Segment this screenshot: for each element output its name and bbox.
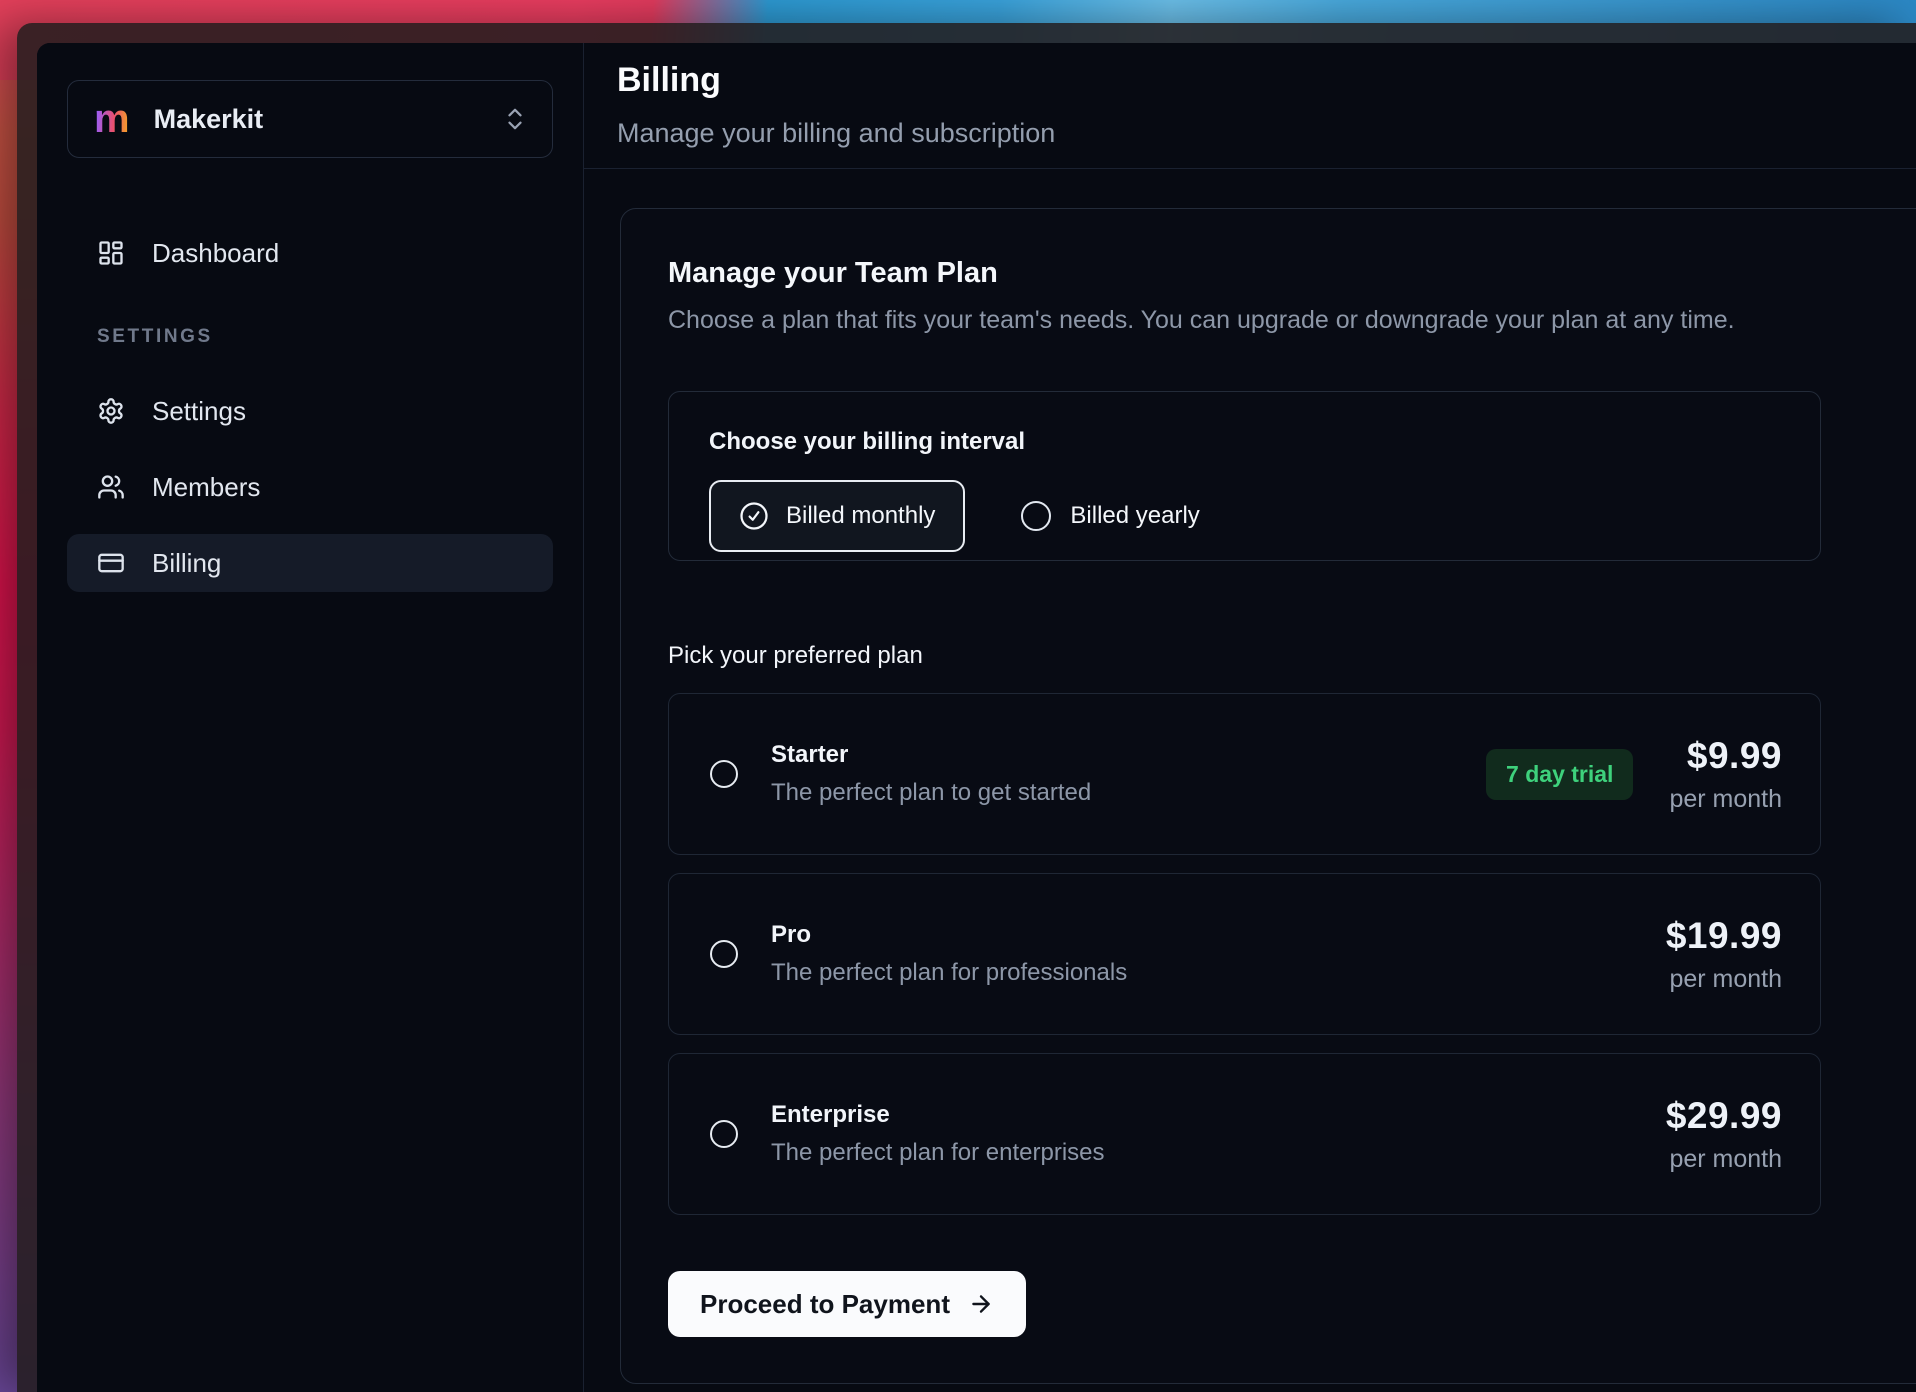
proceed-button-label: Proceed to Payment [700,1289,950,1320]
page-subtitle: Manage your billing and subscription [617,117,1916,149]
plan-row-pro[interactable]: Pro The perfect plan for professionals $… [668,873,1821,1035]
arrow-right-icon [968,1291,994,1317]
sidebar-item-dashboard[interactable]: Dashboard [67,224,553,282]
app-window-frame: m Makerkit Dashboard [17,23,1916,1392]
plan-description: The perfect plan for professionals [771,959,1666,987]
card-title: Manage your Team Plan [668,255,1916,291]
proceed-to-payment-button[interactable]: Proceed to Payment [668,1271,1026,1337]
plan-description: The perfect plan for enterprises [771,1139,1666,1167]
sidebar-item-label: Settings [152,396,246,427]
trial-badge: 7 day trial [1486,749,1633,800]
plan-period: per month [1666,1145,1782,1174]
billed-monthly-option[interactable]: Billed monthly [709,480,965,552]
plan-period: per month [1666,965,1782,994]
radio-icon[interactable] [710,940,738,968]
billed-yearly-label: Billed yearly [1070,502,1199,530]
sidebar-item-settings[interactable]: Settings [67,382,553,440]
sidebar-nav: Dashboard SETTINGS Settings [67,224,553,592]
team-selector[interactable]: m Makerkit [67,80,553,158]
plan-row-starter[interactable]: Starter The perfect plan to get started … [668,693,1821,855]
makerkit-logo-icon: m [94,99,130,139]
plan-name: Pro [771,921,1666,949]
sidebar-section-settings: SETTINGS [97,326,553,348]
main-content: Billing Manage your billing and subscrip… [584,43,1916,1392]
dashboard-icon [97,239,125,267]
credit-card-icon [97,549,125,577]
chevrons-up-down-icon [504,105,526,133]
billing-interval-label: Choose your billing interval [709,428,1780,456]
sidebar-item-label: Dashboard [152,238,279,269]
plan-name: Starter [771,741,1486,769]
sidebar-item-billing[interactable]: Billing [67,534,553,592]
plan-row-enterprise[interactable]: Enterprise The perfect plan for enterpri… [668,1053,1821,1215]
team-plan-card: Manage your Team Plan Choose a plan that… [620,208,1916,1384]
radio-icon [1021,501,1051,531]
plan-period: per month [1669,785,1782,814]
radio-icon[interactable] [710,1120,738,1148]
page-title: Billing [617,58,1916,102]
radio-icon[interactable] [710,760,738,788]
app-window: m Makerkit Dashboard [37,43,1916,1392]
billed-monthly-label: Billed monthly [786,502,935,530]
check-circle-icon [739,501,769,531]
card-description: Choose a plan that fits your team's need… [668,305,1916,335]
plan-description: The perfect plan to get started [771,779,1486,807]
plan-price: $9.99 [1669,735,1782,777]
plan-price: $29.99 [1666,1095,1782,1137]
sidebar: m Makerkit Dashboard [37,43,584,1392]
page-header: Billing Manage your billing and subscrip… [584,43,1916,169]
plan-price: $19.99 [1666,915,1782,957]
gear-icon [97,397,125,425]
plan-name: Enterprise [771,1101,1666,1129]
sidebar-item-label: Members [152,472,260,503]
plans-label: Pick your preferred plan [668,641,1916,671]
sidebar-item-members[interactable]: Members [67,458,553,516]
team-name: Makerkit [154,104,504,135]
billing-interval-group: Choose your billing interval Billed mont… [668,391,1821,561]
users-icon [97,473,125,501]
plan-list: Starter The perfect plan to get started … [668,693,1821,1215]
sidebar-item-label: Billing [152,548,221,579]
billed-yearly-option[interactable]: Billed yearly [1021,501,1199,531]
